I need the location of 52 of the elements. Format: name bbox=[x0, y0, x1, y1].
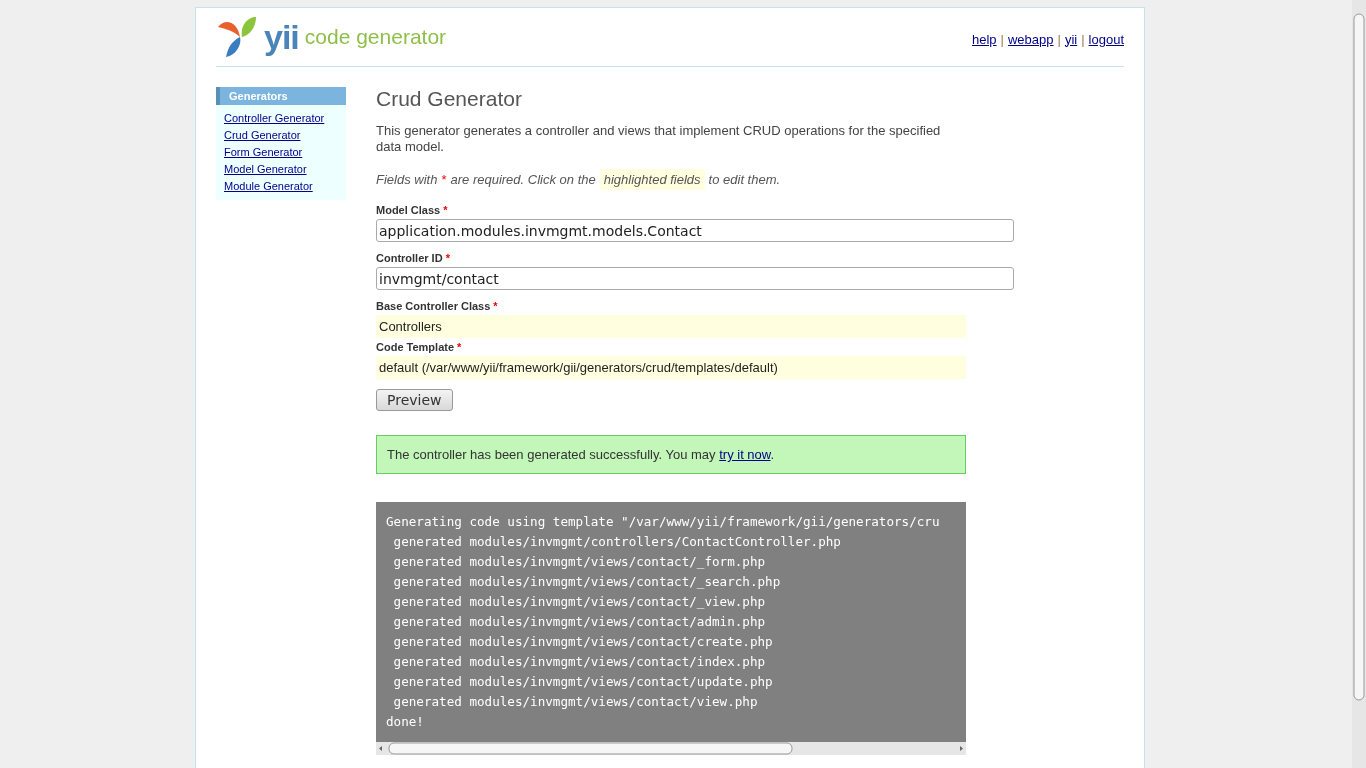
highlighted-fields-sample: highlighted fields bbox=[599, 169, 705, 190]
log-line: Generating code using template "/var/www/yii/framework/gii/generators/cru bbox=[386, 513, 941, 531]
sidebar-link[interactable]: Crud Generator bbox=[224, 129, 338, 141]
log-line: generated modules/invmgmt/controllers/ContactController.php bbox=[392, 533, 842, 551]
log-line: generated modules/invmgmt/views/contact/create.php bbox=[392, 633, 774, 651]
log-line: generated modules/invmgmt/views/contact/admin.php bbox=[392, 613, 767, 631]
sticky-field[interactable]: default (/var/www/yii/framework/gii/generators/crud/templates/default) bbox=[376, 356, 966, 379]
required-asterisk-text: * bbox=[457, 341, 462, 353]
sidebar-link[interactable]: Model Generator bbox=[224, 163, 338, 175]
leaf-logo-icon bbox=[216, 15, 258, 59]
sticky-field[interactable]: Controllers bbox=[376, 315, 966, 338]
header-link[interactable]: logout bbox=[1088, 31, 1124, 47]
hint-text: are required. Click on the bbox=[450, 172, 596, 187]
link-separator: | bbox=[1000, 31, 1004, 47]
field-label: Controller ID bbox=[376, 252, 443, 264]
input-field[interactable]: invmgmt/contact bbox=[376, 267, 1014, 290]
log-line: done! bbox=[386, 713, 425, 731]
log-line: generated modules/invmgmt/views/contact/update.php bbox=[392, 673, 774, 691]
required-asterisk-text: * bbox=[493, 300, 498, 312]
link-separator: | bbox=[1057, 31, 1061, 47]
header-link[interactable]: yii bbox=[1064, 31, 1078, 47]
logo-wordmark: yii bbox=[264, 20, 299, 54]
required-asterisk-text: * bbox=[441, 172, 447, 187]
description-text: This generator generates a controller and views that implement CRUD operations for the specified data model. bbox=[376, 123, 942, 155]
field-label: Base Controller Class bbox=[376, 300, 491, 312]
log-line: generated modules/invmgmt/views/contact/index.php bbox=[392, 653, 767, 671]
input-field[interactable]: application.modules.invmgmt.models.Contact bbox=[376, 219, 1014, 242]
required-asterisk-text: * bbox=[443, 204, 448, 216]
link-separator: | bbox=[1081, 31, 1085, 47]
hint-text: to edit them. bbox=[708, 172, 781, 187]
sidebar-link[interactable]: Controller Generator bbox=[224, 112, 338, 124]
sidebar-title: Generators bbox=[216, 87, 346, 105]
vertical-scrollbar[interactable] bbox=[1352, 0, 1366, 768]
logo-text: code generator bbox=[304, 25, 447, 49]
sidebar-link[interactable]: Form Generator bbox=[224, 146, 338, 158]
preview-button[interactable]: Preview bbox=[376, 389, 453, 411]
field-label: Model Class bbox=[376, 204, 441, 216]
field-label: Code Template bbox=[376, 341, 455, 353]
try-it-now-link[interactable]: try it now bbox=[719, 447, 771, 462]
success-text: The controller has been generated successfully. You may bbox=[387, 447, 717, 462]
log-line: generated modules/invmgmt/views/contact/_view.php bbox=[392, 593, 767, 611]
log-line: generated modules/invmgmt/views/contact/_form.php bbox=[392, 553, 767, 571]
success-text-end: . bbox=[770, 447, 775, 462]
header-link[interactable]: webapp bbox=[1007, 31, 1054, 47]
required-asterisk-text: * bbox=[445, 252, 450, 264]
hint-text: Fields with bbox=[376, 172, 438, 187]
sidebar-link[interactable]: Module Generator bbox=[224, 180, 338, 192]
log-line: generated modules/invmgmt/views/contact/view.php bbox=[392, 693, 759, 711]
page-title: Crud Generator bbox=[376, 87, 523, 111]
horizontal-scrollbar[interactable] bbox=[376, 742, 966, 755]
log-line: generated modules/invmgmt/views/contact/_search.php bbox=[392, 573, 782, 591]
header-link[interactable]: help bbox=[972, 31, 997, 47]
